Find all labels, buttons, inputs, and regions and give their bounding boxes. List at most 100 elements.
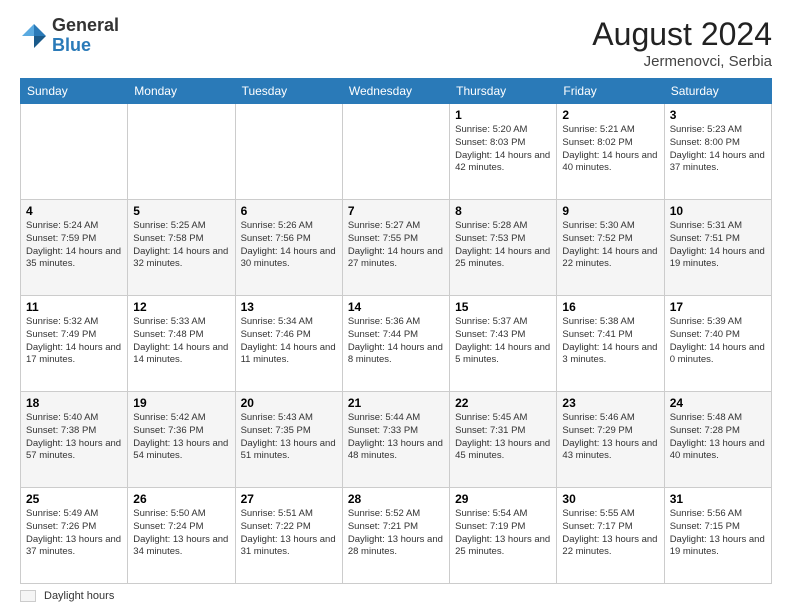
day-number: 18: [26, 396, 122, 410]
day-number: 10: [670, 204, 766, 218]
day-number: 24: [670, 396, 766, 410]
day-info: Sunrise: 5:54 AM Sunset: 7:19 PM Dayligh…: [455, 508, 551, 559]
calendar-cell: 24 Sunrise: 5:48 AM Sunset: 7:28 PM Dayli…: [664, 392, 771, 488]
day-number: 26: [133, 492, 229, 506]
day-info: Sunrise: 5:40 AM Sunset: 7:38 PM Dayligh…: [26, 412, 122, 463]
calendar-cell: 17 Sunrise: 5:39 AM Sunset: 7:40 PM Dayli…: [664, 296, 771, 392]
day-info: Sunrise: 5:48 AM Sunset: 7:28 PM Dayligh…: [670, 412, 766, 463]
day-info: Sunrise: 5:31 AM Sunset: 7:51 PM Dayligh…: [670, 220, 766, 271]
day-number: 23: [562, 396, 658, 410]
day-info: Sunrise: 5:34 AM Sunset: 7:46 PM Dayligh…: [241, 316, 337, 367]
day-info: Sunrise: 5:23 AM Sunset: 8:00 PM Dayligh…: [670, 124, 766, 175]
calendar-cell: 10 Sunrise: 5:31 AM Sunset: 7:51 PM Dayli…: [664, 200, 771, 296]
calendar-cell: 4Sunrise: 5:24 AM Sunset: 7:59 PM Daylig…: [21, 200, 128, 296]
calendar-cell: 8Sunrise: 5:28 AM Sunset: 7:53 PM Daylig…: [450, 200, 557, 296]
calendar-table: SundayMondayTuesdayWednesdayThursdayFrid…: [20, 78, 772, 584]
day-number: 25: [26, 492, 122, 506]
day-info: Sunrise: 5:39 AM Sunset: 7:40 PM Dayligh…: [670, 316, 766, 367]
calendar-cell: 29 Sunrise: 5:54 AM Sunset: 7:19 PM Dayli…: [450, 488, 557, 584]
calendar-cell: 19Sunrise: 5:42 AM Sunset: 7:36 PM Dayli…: [128, 392, 235, 488]
calendar-cell: 16Sunrise: 5:38 AM Sunset: 7:41 PM Dayli…: [557, 296, 664, 392]
calendar-cell: 23 Sunrise: 5:46 AM Sunset: 7:29 PM Dayli…: [557, 392, 664, 488]
day-info: Sunrise: 5:44 AM Sunset: 7:33 PM Dayligh…: [348, 412, 444, 463]
calendar-cell: 26 Sunrise: 5:50 AM Sunset: 7:24 PM Dayli…: [128, 488, 235, 584]
day-info: Sunrise: 5:56 AM Sunset: 7:15 PM Dayligh…: [670, 508, 766, 559]
weekday-header: Tuesday: [235, 79, 342, 104]
day-info: Sunrise: 5:50 AM Sunset: 7:24 PM Dayligh…: [133, 508, 229, 559]
calendar-cell: 18 Sunrise: 5:40 AM Sunset: 7:38 PM Dayli…: [21, 392, 128, 488]
weekday-header: Saturday: [664, 79, 771, 104]
calendar-cell: 11Sunrise: 5:32 AM Sunset: 7:49 PM Dayli…: [21, 296, 128, 392]
day-info: Sunrise: 5:36 AM Sunset: 7:44 PM Dayligh…: [348, 316, 444, 367]
day-info: Sunrise: 5:27 AM Sunset: 7:55 PM Dayligh…: [348, 220, 444, 271]
weekday-header: Thursday: [450, 79, 557, 104]
calendar-cell: 12Sunrise: 5:33 AM Sunset: 7:48 PM Dayli…: [128, 296, 235, 392]
calendar-cell: [128, 104, 235, 200]
calendar-cell: [235, 104, 342, 200]
day-number: 3: [670, 108, 766, 122]
calendar-cell: 22 Sunrise: 5:45 AM Sunset: 7:31 PM Dayli…: [450, 392, 557, 488]
logo-icon: [20, 22, 48, 50]
calendar-cell: 21 Sunrise: 5:44 AM Sunset: 7:33 PM Dayli…: [342, 392, 449, 488]
day-info: Sunrise: 5:26 AM Sunset: 7:56 PM Dayligh…: [241, 220, 337, 271]
weekday-header: Wednesday: [342, 79, 449, 104]
day-info: Sunrise: 5:52 AM Sunset: 7:21 PM Dayligh…: [348, 508, 444, 559]
day-number: 29: [455, 492, 551, 506]
calendar-cell: [21, 104, 128, 200]
calendar-cell: 1 Sunrise: 5:20 AM Sunset: 8:03 PM Daylig…: [450, 104, 557, 200]
day-number: 1: [455, 108, 551, 122]
day-info: Sunrise: 5:25 AM Sunset: 7:58 PM Dayligh…: [133, 220, 229, 271]
day-number: 22: [455, 396, 551, 410]
logo-blue-text: Blue: [52, 35, 91, 55]
weekday-header: Sunday: [21, 79, 128, 104]
calendar-cell: 2 Sunrise: 5:21 AM Sunset: 8:02 PM Daylig…: [557, 104, 664, 200]
logo: General Blue: [20, 16, 119, 56]
calendar-cell: 20Sunrise: 5:43 AM Sunset: 7:35 PM Dayli…: [235, 392, 342, 488]
calendar-cell: 14 Sunrise: 5:36 AM Sunset: 7:44 PM Dayli…: [342, 296, 449, 392]
day-number: 9: [562, 204, 658, 218]
calendar-cell: 5 Sunrise: 5:25 AM Sunset: 7:58 PM Daylig…: [128, 200, 235, 296]
weekday-header: Monday: [128, 79, 235, 104]
day-number: 20: [241, 396, 337, 410]
day-number: 21: [348, 396, 444, 410]
day-number: 4: [26, 204, 122, 218]
calendar-cell: 15 Sunrise: 5:37 AM Sunset: 7:43 PM Dayli…: [450, 296, 557, 392]
day-info: Sunrise: 5:49 AM Sunset: 7:26 PM Dayligh…: [26, 508, 122, 559]
calendar-cell: [342, 104, 449, 200]
page: General Blue August 2024 Jermenovci, Ser…: [0, 0, 792, 612]
day-number: 31: [670, 492, 766, 506]
day-info: Sunrise: 5:37 AM Sunset: 7:43 PM Dayligh…: [455, 316, 551, 367]
day-number: 28: [348, 492, 444, 506]
day-number: 2: [562, 108, 658, 122]
daylight-box: [20, 590, 36, 602]
day-number: 7: [348, 204, 444, 218]
calendar-cell: 13Sunrise: 5:34 AM Sunset: 7:46 PM Dayli…: [235, 296, 342, 392]
daylight-label: Daylight hours: [44, 590, 114, 602]
footer: Daylight hours: [20, 590, 772, 602]
day-info: Sunrise: 5:46 AM Sunset: 7:29 PM Dayligh…: [562, 412, 658, 463]
calendar-cell: 30Sunrise: 5:55 AM Sunset: 7:17 PM Dayli…: [557, 488, 664, 584]
day-info: Sunrise: 5:20 AM Sunset: 8:03 PM Dayligh…: [455, 124, 551, 175]
day-number: 8: [455, 204, 551, 218]
day-info: Sunrise: 5:30 AM Sunset: 7:52 PM Dayligh…: [562, 220, 658, 271]
day-info: Sunrise: 5:33 AM Sunset: 7:48 PM Dayligh…: [133, 316, 229, 367]
day-info: Sunrise: 5:55 AM Sunset: 7:17 PM Dayligh…: [562, 508, 658, 559]
calendar-cell: 27Sunrise: 5:51 AM Sunset: 7:22 PM Dayli…: [235, 488, 342, 584]
day-number: 5: [133, 204, 229, 218]
weekday-header: Friday: [557, 79, 664, 104]
calendar-cell: 6Sunrise: 5:26 AM Sunset: 7:56 PM Daylig…: [235, 200, 342, 296]
day-number: 15: [455, 300, 551, 314]
day-info: Sunrise: 5:51 AM Sunset: 7:22 PM Dayligh…: [241, 508, 337, 559]
calendar-cell: 7 Sunrise: 5:27 AM Sunset: 7:55 PM Daylig…: [342, 200, 449, 296]
location: Jermenovci, Serbia: [592, 53, 772, 70]
calendar-cell: 25 Sunrise: 5:49 AM Sunset: 7:26 PM Dayli…: [21, 488, 128, 584]
day-number: 11: [26, 300, 122, 314]
day-number: 19: [133, 396, 229, 410]
day-info: Sunrise: 5:45 AM Sunset: 7:31 PM Dayligh…: [455, 412, 551, 463]
day-info: Sunrise: 5:21 AM Sunset: 8:02 PM Dayligh…: [562, 124, 658, 175]
calendar-cell: 3 Sunrise: 5:23 AM Sunset: 8:00 PM Daylig…: [664, 104, 771, 200]
day-number: 16: [562, 300, 658, 314]
day-number: 14: [348, 300, 444, 314]
day-number: 17: [670, 300, 766, 314]
logo-general-text: General: [52, 15, 119, 35]
